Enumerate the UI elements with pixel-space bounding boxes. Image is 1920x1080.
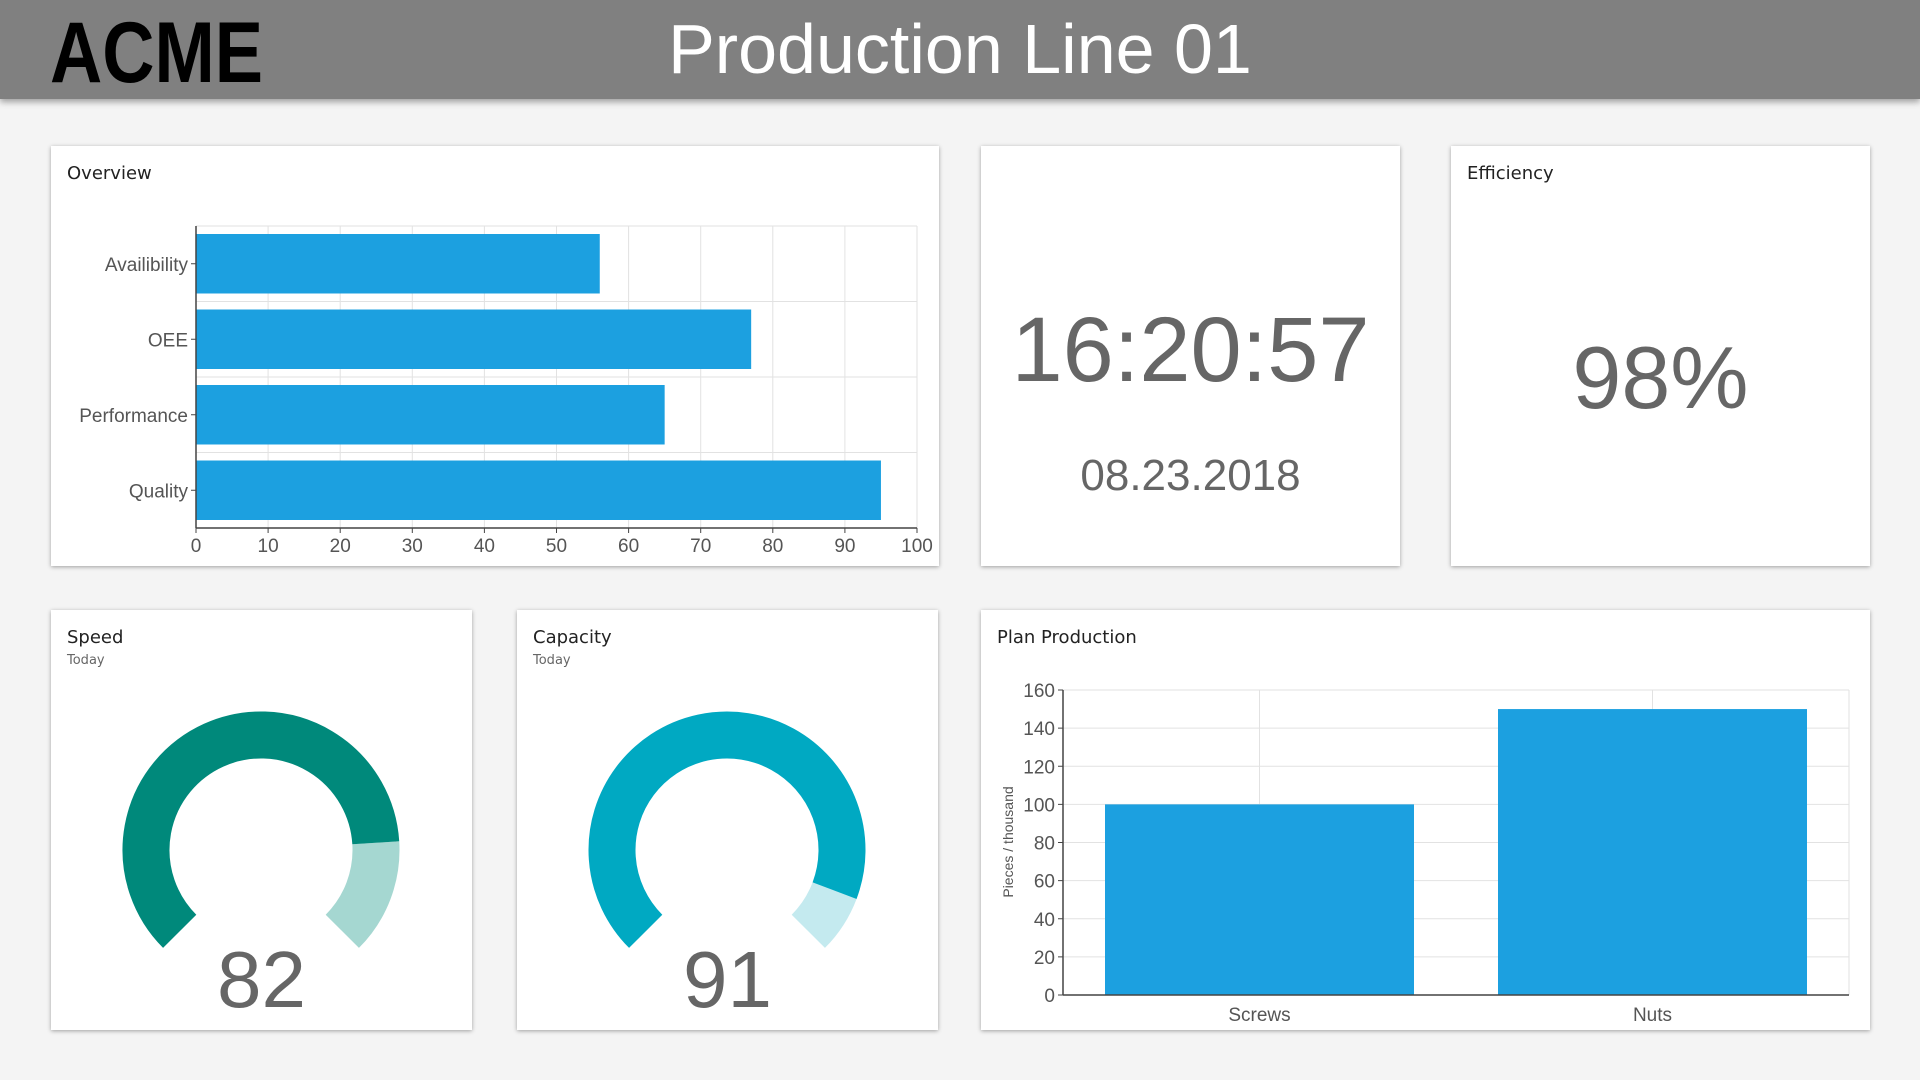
y-tick-label: 0 bbox=[1044, 986, 1055, 1007]
x-tick-label: 0 bbox=[191, 536, 202, 557]
gauge-track bbox=[325, 841, 400, 948]
page-title: Production Line 01 bbox=[668, 10, 1252, 88]
x-tick-label: 10 bbox=[258, 536, 279, 557]
category-label: OEE bbox=[148, 330, 188, 351]
y-tick-label: 60 bbox=[1034, 872, 1055, 893]
y-tick-label: 20 bbox=[1034, 948, 1055, 969]
x-tick-label: 100 bbox=[901, 536, 933, 557]
y-tick-label: 140 bbox=[1023, 719, 1055, 740]
speed-card: Speed Today 82 bbox=[51, 610, 472, 1030]
overview-chart: 0 10 20 30 40 50 60 70 80 90 100 Availibility OEE Per… bbox=[79, 225, 933, 557]
category-label: Performance bbox=[79, 406, 188, 427]
bar bbox=[1105, 804, 1414, 995]
speed-value: 82 bbox=[217, 935, 306, 1024]
bar bbox=[196, 385, 665, 445]
header-bar: ACME Production Line 01 bbox=[0, 0, 1920, 99]
capacity-card: Capacity Today 91 bbox=[517, 610, 938, 1030]
x-tick-label: 60 bbox=[618, 536, 639, 557]
clock-date: 08.23.2018 bbox=[1080, 451, 1301, 500]
category-label: Screws bbox=[1228, 1005, 1290, 1026]
y-tick-label: 80 bbox=[1034, 834, 1055, 855]
clock-card: 16:20:57 08.23.2018 bbox=[981, 146, 1400, 566]
y-tick-label: 160 bbox=[1023, 681, 1055, 702]
overview-card: Overview 0 10 20 30 40 50 60 70 80 90 100 Availibil… bbox=[51, 146, 939, 566]
capacity-value: 91 bbox=[683, 935, 772, 1024]
x-tick-label: 90 bbox=[834, 536, 855, 557]
x-tick-label: 30 bbox=[402, 536, 423, 557]
x-tick-label: 80 bbox=[762, 536, 783, 557]
bar bbox=[196, 309, 752, 369]
clock-time: 16:20:57 bbox=[1011, 299, 1370, 401]
category-label: Availibility bbox=[105, 255, 189, 276]
y-axis-label: Pieces / thousand bbox=[1000, 786, 1016, 897]
x-tick-label: 40 bbox=[474, 536, 495, 557]
category-label: Nuts bbox=[1633, 1005, 1672, 1026]
y-tick-label: 100 bbox=[1023, 795, 1055, 816]
bar bbox=[1498, 709, 1807, 995]
plan-production-card: Plan Production 0 20 40 60 80 100 120 140 160 Scr… bbox=[981, 610, 1870, 1030]
x-tick-label: 70 bbox=[690, 536, 711, 557]
x-tick-label: 50 bbox=[546, 536, 567, 557]
bar bbox=[196, 234, 600, 294]
plan-production-chart: 0 20 40 60 80 100 120 140 160 Screws Nuts Pieces / … bbox=[1000, 681, 1850, 1026]
card-title: Efficiency bbox=[1467, 163, 1554, 184]
bar bbox=[196, 460, 881, 520]
gauge-track bbox=[791, 881, 857, 948]
x-tick-label: 20 bbox=[330, 536, 351, 557]
efficiency-card: Efficiency 98% bbox=[1451, 146, 1870, 566]
efficiency-value: 98% bbox=[1572, 328, 1749, 427]
y-tick-label: 40 bbox=[1034, 910, 1055, 931]
category-label: Quality bbox=[129, 481, 189, 502]
y-tick-label: 120 bbox=[1023, 757, 1055, 778]
